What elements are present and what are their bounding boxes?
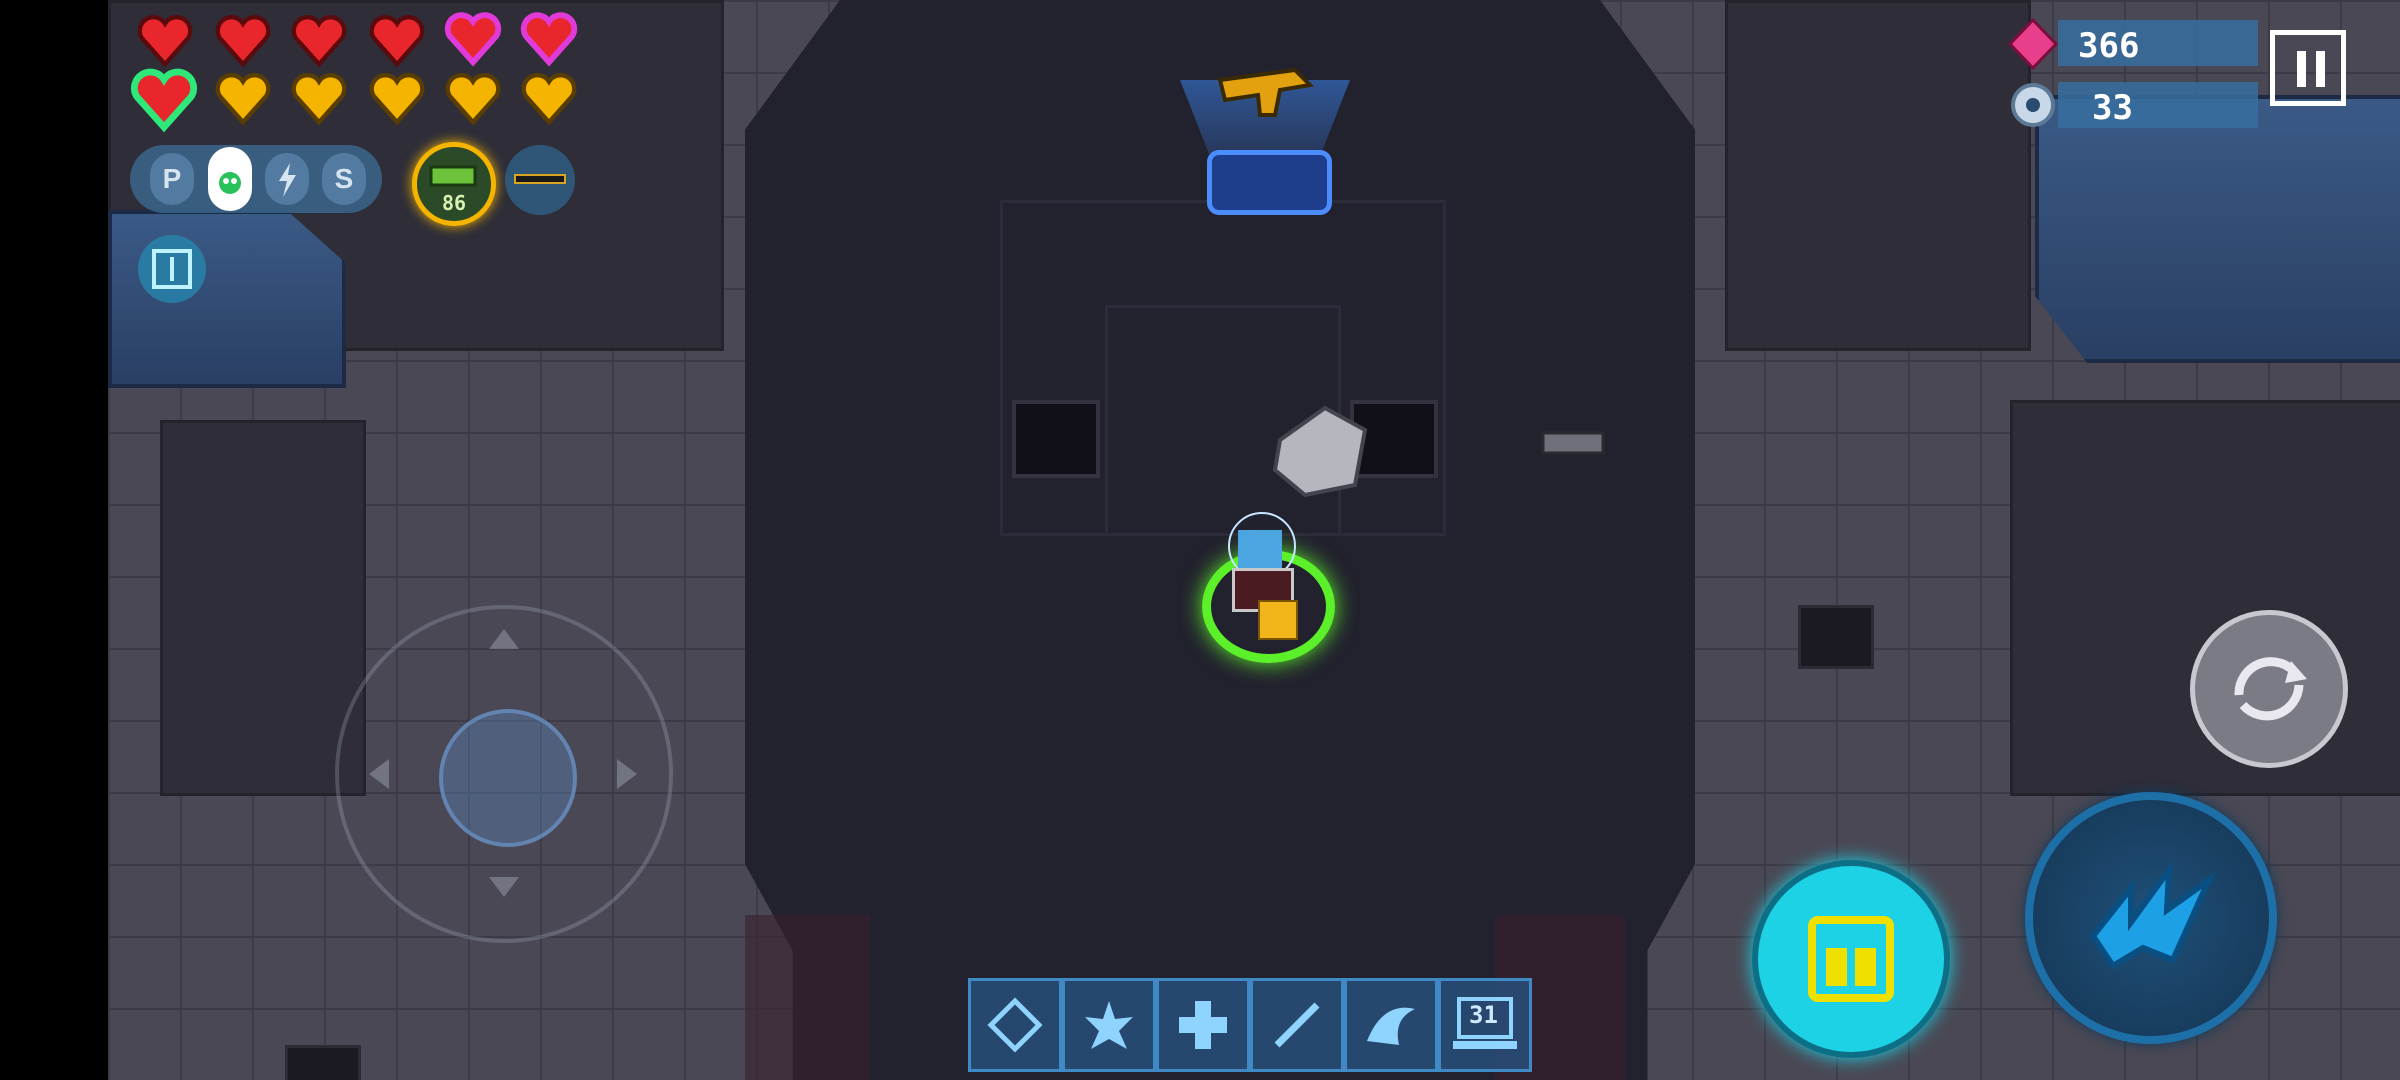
skill-slot-2[interactable] bbox=[1062, 978, 1156, 1072]
active-weapon-slot[interactable]: 86 bbox=[412, 142, 496, 226]
skull-bullet-icon bbox=[219, 172, 241, 194]
shop-platform-right bbox=[2035, 95, 2400, 363]
lightning-bullet-icon bbox=[279, 163, 296, 197]
ammo-type-selector: P S bbox=[130, 145, 382, 213]
arrow-right-icon bbox=[617, 759, 637, 789]
secondary-weapon-slot[interactable] bbox=[505, 145, 575, 215]
shotgun-icon bbox=[514, 174, 566, 184]
explosion-icon bbox=[1085, 1001, 1133, 1049]
armor-heart-icon bbox=[369, 73, 425, 126]
gear-part-icon bbox=[2011, 83, 2055, 127]
gem-counter: 366 bbox=[2058, 20, 2258, 66]
health-heart-icon bbox=[291, 15, 347, 68]
screen-left-edge bbox=[0, 0, 108, 1080]
plasma-cannon-icon bbox=[429, 165, 477, 187]
sword-slash-icon bbox=[1274, 1002, 1320, 1048]
health-heart-icon bbox=[215, 15, 271, 68]
game-viewport: P S 86 366 33 31 bbox=[0, 0, 2400, 1080]
health-heart-icon bbox=[137, 15, 193, 68]
armor-heart-icon bbox=[445, 73, 501, 126]
arrow-left-icon bbox=[369, 759, 389, 789]
health-heart-icon bbox=[369, 15, 425, 68]
joystick-thumb[interactable] bbox=[439, 709, 577, 847]
shield-heart-icon bbox=[130, 68, 198, 133]
ammo-type-lightning[interactable] bbox=[265, 153, 309, 205]
special-skill-button[interactable] bbox=[1752, 860, 1950, 1058]
ammo-type-s[interactable]: S bbox=[322, 153, 366, 205]
medkit-cross-icon bbox=[1179, 1001, 1227, 1049]
bonus-heart-icon bbox=[520, 12, 578, 67]
skill-slot-1[interactable] bbox=[968, 978, 1062, 1072]
swap-weapon-button[interactable] bbox=[2190, 610, 2348, 768]
gift-skill-icon bbox=[1808, 916, 1894, 1002]
skill-slot-5[interactable] bbox=[1344, 978, 1438, 1072]
pet-cube-companion bbox=[1258, 600, 1298, 640]
interact-portal-button[interactable] bbox=[138, 235, 206, 303]
shop-platform-left bbox=[108, 210, 346, 388]
skill-slot-3[interactable] bbox=[1156, 978, 1250, 1072]
wall-left bbox=[160, 420, 366, 796]
skill-slot-6[interactable]: 31 bbox=[1438, 978, 1532, 1072]
floor-vent bbox=[1012, 400, 1100, 478]
wave-icon bbox=[1367, 1007, 1415, 1045]
skill-cooldown-counter: 31 bbox=[1469, 1001, 1498, 1029]
golden-gun-icon[interactable] bbox=[1200, 60, 1320, 140]
anchor-portal-icon bbox=[152, 249, 192, 289]
fire-attack-button[interactable] bbox=[2025, 792, 2277, 1044]
armor-heart-icon bbox=[291, 73, 347, 126]
arrow-down-icon bbox=[489, 877, 519, 897]
armor-heart-icon bbox=[521, 73, 577, 126]
claw-attack-icon bbox=[2089, 860, 2217, 971]
shield-burst-icon bbox=[987, 997, 1043, 1053]
ammo-type-p[interactable]: P bbox=[150, 153, 194, 205]
skill-slot-4[interactable] bbox=[1250, 978, 1344, 1072]
wall-top-right bbox=[1725, 0, 2031, 351]
swap-weapon-icon bbox=[2234, 657, 2307, 721]
pause-icon bbox=[2297, 51, 2325, 87]
virtual-joystick[interactable] bbox=[335, 605, 673, 943]
parts-counter: 33 bbox=[2058, 82, 2258, 128]
ammo-type-skull[interactable] bbox=[208, 147, 252, 211]
dropped-claw-weapon-icon[interactable] bbox=[1535, 418, 1615, 468]
pause-button[interactable] bbox=[2270, 30, 2346, 106]
pink-gem-icon bbox=[2008, 18, 2058, 70]
parts-count: 33 bbox=[2092, 88, 2133, 128]
arrow-up-icon bbox=[489, 629, 519, 649]
scrap-metal-icon[interactable] bbox=[1265, 400, 1375, 500]
gem-count: 366 bbox=[2078, 26, 2140, 66]
weapon-ammo-badge: 86 bbox=[441, 191, 467, 215]
floor-grate bbox=[1798, 605, 1874, 669]
weapon-pedestal bbox=[1207, 150, 1332, 215]
floor-grate bbox=[285, 1045, 361, 1080]
bonus-heart-icon bbox=[444, 12, 502, 67]
pink-floor-glow bbox=[745, 915, 870, 1080]
armor-heart-icon bbox=[215, 73, 271, 126]
player-robot-head bbox=[1238, 530, 1282, 570]
